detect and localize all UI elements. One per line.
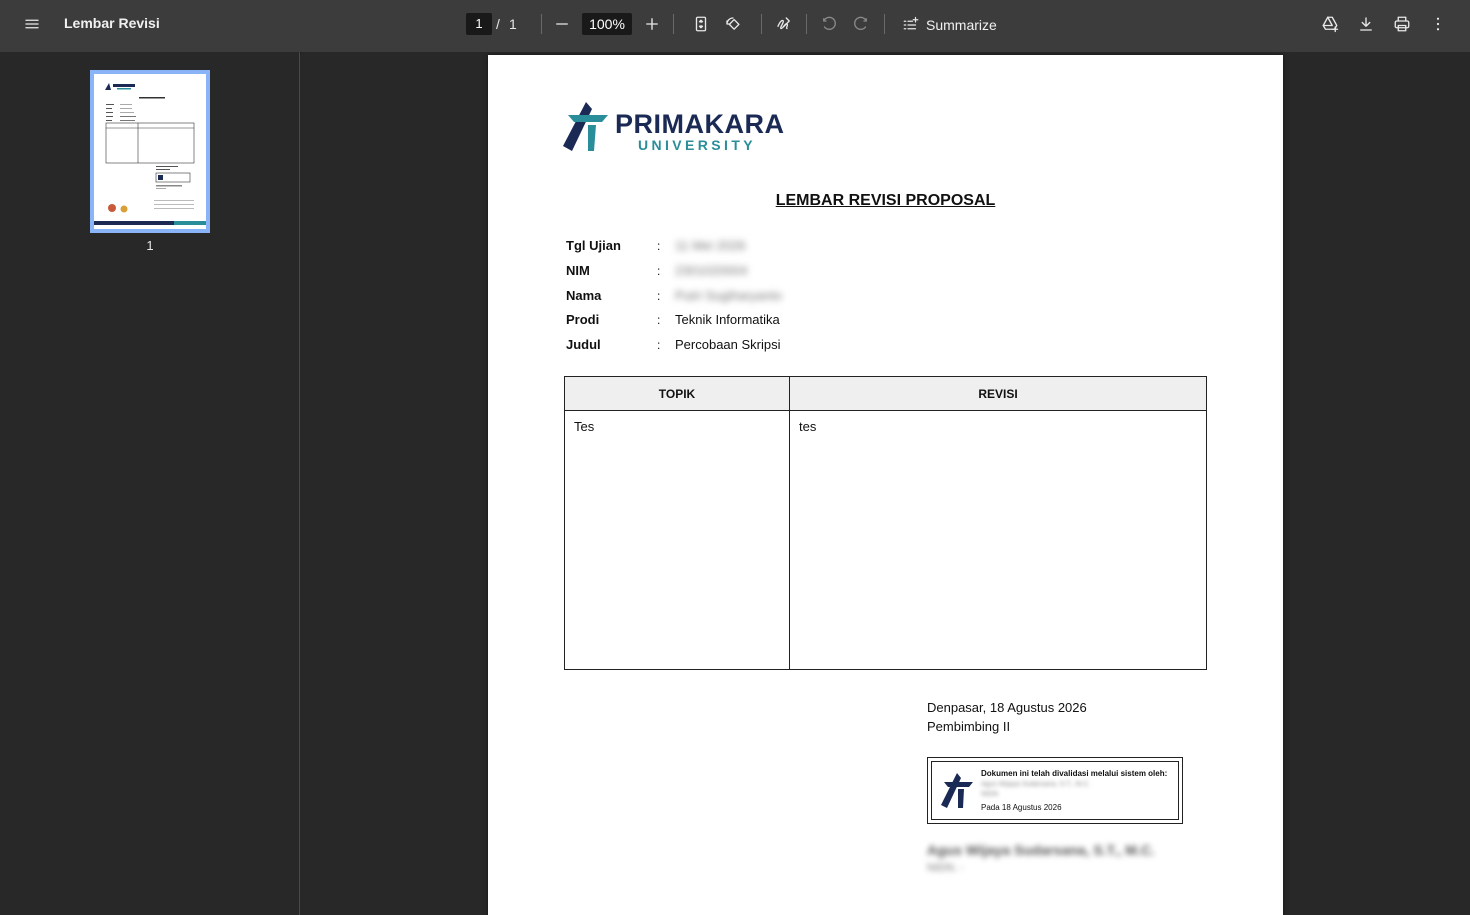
validation-stamp-title: Dokumen ini telah divalidasi melalui sis… [981, 769, 1168, 778]
field-label-judul: Judul [566, 337, 601, 352]
pdf-viewer-app: Lembar Revisi 1 / 1 100% Summarize 1 PRI… [0, 0, 1470, 915]
summarize-button[interactable]: Summarize [902, 14, 997, 36]
logo-subtitle: UNIVERSITY [638, 137, 757, 153]
redo-button[interactable] [847, 10, 875, 38]
field-colon: : [657, 338, 661, 352]
fit-to-page-button[interactable] [687, 10, 715, 38]
field-label-tgl-ujian: Tgl Ujian [566, 238, 621, 253]
minus-icon [556, 23, 568, 25]
zoom-in-button[interactable] [638, 10, 666, 38]
download-button[interactable] [1352, 10, 1380, 38]
download-icon [1360, 17, 1372, 31]
drive-add-icon [1322, 16, 1339, 33]
validation-logo-icon [941, 773, 973, 808]
thumbnail-sidebar: 1 [0, 52, 300, 915]
document-heading: LEMBAR REVISI PROPOSAL [775, 192, 996, 209]
validation-stamp-date: Pada 18 Agustus 2026 [981, 803, 1062, 812]
rotate-button[interactable] [719, 10, 747, 38]
field-colon: : [657, 289, 661, 303]
field-label-prodi: Prodi [566, 312, 600, 327]
signer-id: NIDN. - [927, 862, 964, 874]
field-label-nama: Nama [566, 288, 602, 303]
summarize-label: Summarize [926, 17, 997, 33]
undo-icon [823, 16, 836, 31]
validation-stamp-id: NIDN [981, 791, 999, 798]
redo-icon [854, 16, 867, 31]
undo-button[interactable] [815, 10, 843, 38]
zoom-out-button[interactable] [548, 10, 576, 38]
table-header-row: TOPIK REVISI [564, 376, 1207, 411]
document-page: PRIMAKARA UNIVERSITY LEMBAR REVISI PROPO… [488, 55, 1283, 915]
toolbar: Lembar Revisi 1 / 1 100% Summarize [0, 0, 1470, 52]
field-value-nim: 2301020004 [675, 263, 748, 278]
field-value-nama: Putri Sugiharyanto [675, 288, 782, 303]
page-number-input[interactable]: 1 [466, 13, 492, 35]
pen-icon [777, 17, 790, 30]
field-colon: : [657, 239, 661, 253]
signer-name: Agus Wijaya Sudarsana, S.T., M.C. [927, 842, 1155, 858]
toolbar-divider [806, 14, 807, 34]
toolbar-divider [884, 14, 885, 34]
page-thumbnail-preview [94, 74, 206, 229]
table-row: Tes tes [564, 410, 1207, 670]
hamburger-menu-icon [25, 19, 39, 29]
fit-page-icon [695, 16, 707, 32]
field-label-nim: NIM [566, 263, 590, 278]
document-title: Lembar Revisi [64, 15, 160, 31]
thumbnail-page-number: 1 [146, 238, 154, 253]
validation-stamp: Dokumen ini telah divalidasi melalui sis… [927, 757, 1183, 824]
validation-stamp-signer: Agus Wijaya Sudarsana, S.T., M.C. [981, 781, 1091, 788]
column-header-revisi: REVISI [789, 376, 1207, 411]
printer-icon [1394, 16, 1410, 32]
summarize-sparkle-icon [903, 16, 919, 30]
table-cell-topik: Tes [564, 410, 790, 670]
primakara-logo: PRIMAKARA UNIVERSITY [560, 99, 790, 155]
table-cell-revisi: tes [789, 410, 1207, 670]
menu-button[interactable] [18, 10, 46, 38]
signer-role: Pembimbing II [927, 719, 1011, 734]
validation-stamp-inner: Dokumen ini telah divalidasi melalui sis… [931, 761, 1179, 820]
field-colon: : [657, 264, 661, 278]
document-viewer[interactable]: PRIMAKARA UNIVERSITY LEMBAR REVISI PROPO… [301, 52, 1470, 915]
page-separator: / [496, 16, 500, 32]
page-total: 1 [509, 16, 517, 32]
primakara-star-logo-icon [563, 102, 608, 151]
draw-button[interactable] [770, 10, 798, 38]
revision-table: TOPIK REVISI Tes tes [564, 376, 1207, 670]
save-to-drive-button[interactable] [1316, 10, 1344, 38]
toolbar-divider [541, 14, 542, 34]
more-vertical-icon [1436, 17, 1440, 31]
print-button[interactable] [1388, 10, 1416, 38]
toolbar-divider [761, 14, 762, 34]
field-value-prodi: Teknik Informatika [675, 312, 780, 327]
plus-icon [646, 18, 658, 30]
place-and-date: Denpasar, 18 Agustus 2026 [927, 700, 1087, 715]
field-value-judul: Percobaan Skripsi [675, 337, 781, 352]
page-thumbnail[interactable] [90, 70, 210, 233]
toolbar-divider [673, 14, 674, 34]
zoom-level-input[interactable]: 100% [582, 13, 632, 35]
logo-wordmark: PRIMAKARA [615, 109, 785, 139]
field-colon: : [657, 313, 661, 327]
field-value-tgl-ujian: 11 Mei 2026 [675, 238, 746, 253]
more-options-button[interactable] [1424, 10, 1452, 38]
column-header-topik: TOPIK [564, 376, 790, 411]
rotate-icon [726, 17, 740, 30]
